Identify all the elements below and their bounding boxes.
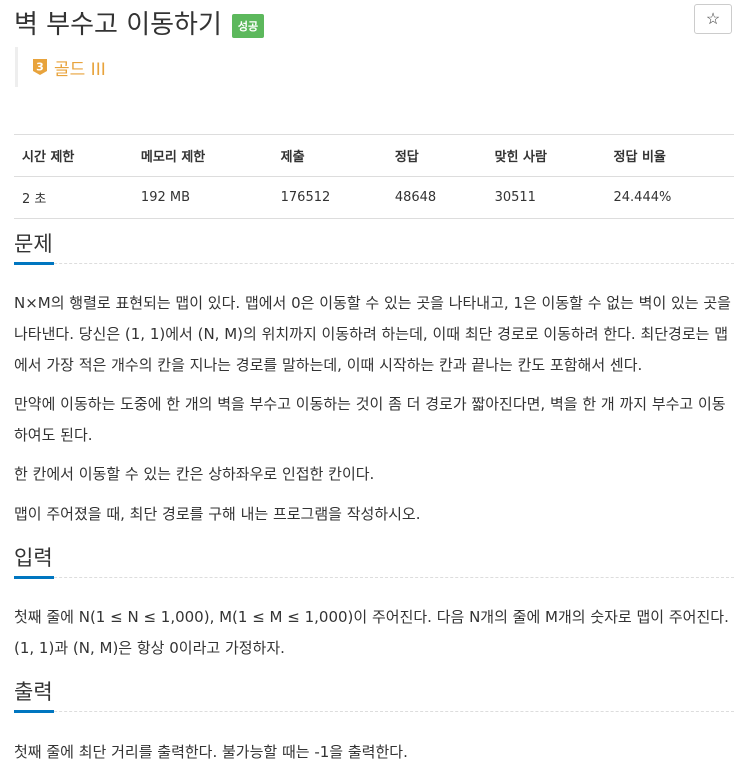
problem-title-row: 벽 부수고 이동하기 성공 [14,4,265,41]
time-limit-value: 2 초 [14,176,133,219]
description-heading: 문제 [14,232,53,256]
stats-header: 정답 비율 [605,134,734,177]
input-paragraph: 첫째 줄에 N(1 ≤ N ≤ 1,000), M(1 ≤ M ≤ 1,000)… [14,608,729,657]
output-heading: 출력 [14,680,53,704]
stats-header: 제출 [272,134,387,177]
memory-limit-value: 192 MB [132,176,273,219]
section-accent [14,262,54,265]
section-divider [14,711,734,712]
gold-tier-icon: 3 [33,59,47,75]
result-badge: 성공 [231,13,265,38]
stats-header: 정답 [386,134,487,177]
output-paragraph: 첫째 줄에 최단 거리를 출력한다. 불가능할 때는 -1을 출력한다. [14,743,408,761]
tier-number: 3 [36,61,44,74]
stats-header: 시간 제한 [14,134,133,177]
tier-label[interactable]: 골드 III [54,55,106,80]
problem-title: 벽 부수고 이동하기 [14,10,222,40]
stats-value-row: 2 초 192 MB 176512 48648 30511 24.444% [14,176,734,219]
section-divider [14,577,734,578]
tier-box: 3 골드 III [15,47,106,87]
submissions-value: 176512 [272,176,387,219]
stats-header: 메모리 제한 [132,134,273,177]
stats-header-row: 시간 제한 메모리 제한 제출 정답 맞힌 사람 정답 비율 [14,134,734,177]
description-paragraph: 맵이 주어졌을 때, 최단 경로를 구해 내는 프로그램을 작성하시오. [14,505,421,523]
description-paragraph: 한 칸에서 이동할 수 있는 칸은 상하좌우로 인접한 칸이다. [14,465,375,483]
accept-ratio-value: 24.444% [605,176,734,219]
accepted-value: 48648 [386,176,487,219]
solvers-value: 30511 [486,176,606,219]
star-button[interactable]: ☆ [694,4,732,34]
stats-header: 맞힌 사람 [486,134,606,177]
input-heading: 입력 [14,546,53,570]
description-paragraph: 만약에 이동하는 도중에 한 개의 벽을 부수고 이동하는 것이 좀 더 경로가… [14,395,726,444]
description-paragraph: N×M의 행렬로 표현되는 맵이 있다. 맵에서 0은 이동할 수 있는 곳을 … [14,294,731,374]
section-accent [14,710,54,713]
section-divider [14,263,734,264]
stats-table: 시간 제한 메모리 제한 제출 정답 맞힌 사람 정답 비율 2 초 192 M… [14,134,734,219]
section-accent [14,576,54,579]
